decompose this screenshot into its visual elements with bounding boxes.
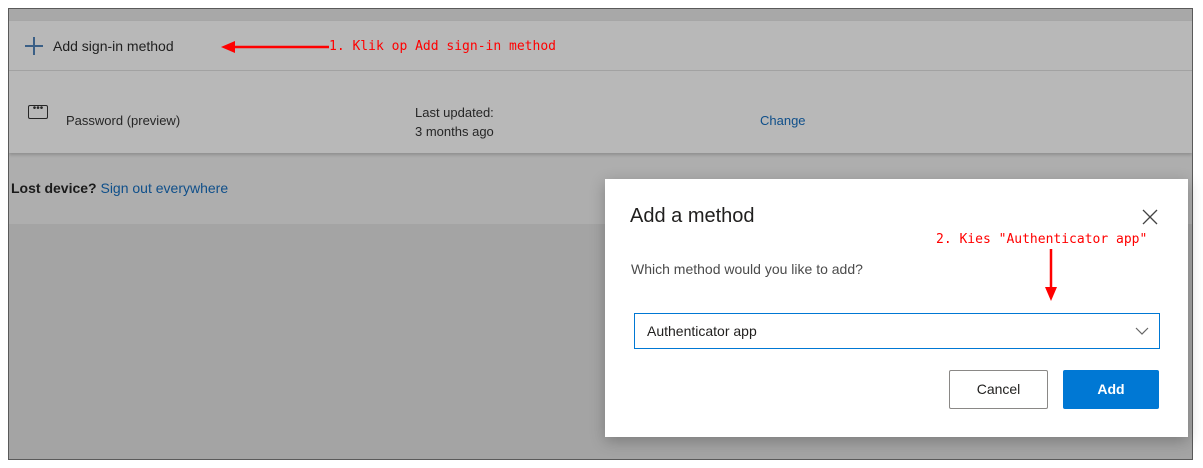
- method-select-value: Authenticator app: [647, 323, 757, 339]
- annotation-arrow-down-icon: [1045, 249, 1057, 301]
- add-button[interactable]: Add: [1063, 370, 1159, 409]
- sign-out-everywhere-link[interactable]: Sign out everywhere: [100, 180, 228, 196]
- plus-icon[interactable]: [25, 37, 43, 55]
- password-method-label: Password (preview): [66, 113, 181, 128]
- last-updated-value: 3 months ago: [415, 124, 494, 139]
- password-method-row: ••• Password (preview) Last updated: 3 m…: [9, 71, 1192, 153]
- signin-methods-card: Add sign-in method 1. Klik op Add sign-i…: [9, 21, 1192, 153]
- change-password-link[interactable]: Change: [760, 113, 806, 128]
- top-strip: [9, 9, 1192, 21]
- chevron-down-icon[interactable]: [1135, 327, 1149, 335]
- annotation-arrow-left-icon: [221, 41, 329, 53]
- dialog-title: Add a method: [630, 205, 755, 227]
- last-updated-label: Last updated:: [415, 105, 494, 120]
- add-signin-method-row[interactable]: Add sign-in method 1. Klik op Add sign-i…: [9, 21, 1192, 71]
- close-icon[interactable]: [1142, 209, 1158, 225]
- lost-device-line: Lost device? Sign out everywhere: [11, 180, 228, 196]
- method-select[interactable]: Authenticator app: [634, 313, 1160, 349]
- add-method-dialog: Add a method 2. Kies "Authenticator app"…: [605, 179, 1188, 437]
- annotation-step-2: 2. Kies "Authenticator app": [936, 232, 1148, 247]
- dialog-question: Which method would you like to add?: [631, 261, 863, 277]
- password-dots-icon: •••: [28, 104, 48, 119]
- cancel-button[interactable]: Cancel: [949, 370, 1048, 409]
- add-signin-method-link[interactable]: Add sign-in method: [53, 38, 174, 54]
- annotation-step-1: 1. Klik op Add sign-in method: [329, 39, 556, 54]
- last-updated: Last updated: 3 months ago: [415, 103, 494, 141]
- lost-device-prefix: Lost device?: [11, 180, 97, 196]
